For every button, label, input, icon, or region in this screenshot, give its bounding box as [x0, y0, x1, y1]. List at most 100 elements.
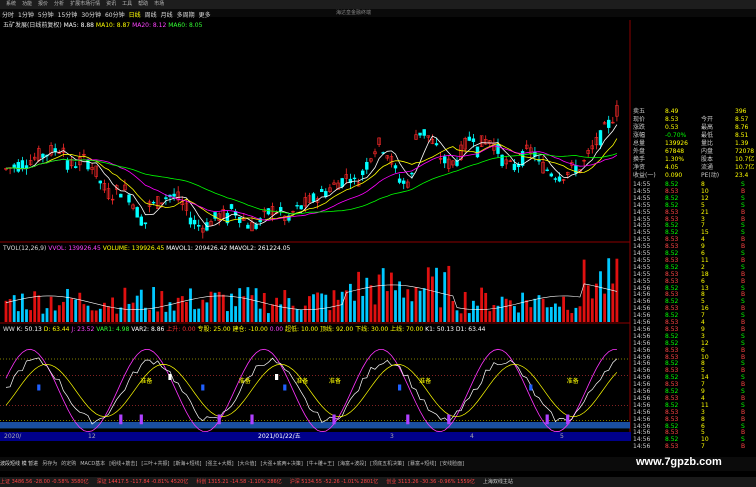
candle-body: [299, 205, 303, 210]
volume-bar: [504, 298, 508, 322]
quote-label: 量比: [701, 140, 714, 147]
quote-row: 涨跌 0.53 最高 8.76: [631, 124, 756, 131]
indicator-tab[interactable]: [强主+大概]: [206, 461, 234, 467]
volume-bar: [82, 304, 86, 322]
volume-bar: [135, 295, 139, 322]
volume-bar: [53, 310, 57, 322]
status-item: 沪深 5134.55 -52.26 -1.01% 2801亿: [289, 479, 379, 485]
indicator-tab[interactable]: [牛+雕+王]: [307, 461, 334, 467]
volume-bar: [152, 287, 155, 322]
indicator-tab[interactable]: [海富+波段]: [338, 461, 366, 467]
volume-bar: [283, 290, 287, 322]
volume-bar: [611, 283, 615, 322]
volume-bar: [111, 297, 114, 322]
volume-bar: [394, 290, 397, 322]
volume-bar: [484, 292, 488, 322]
volume-bar: [545, 307, 549, 322]
date-axis: 2020/12 2021/01/22/五 3 4 5: [0, 432, 631, 441]
candle-body: [537, 160, 541, 162]
volume-bar: [275, 297, 278, 322]
candle-body: [512, 163, 517, 171]
ma-line-10: [5, 138, 618, 223]
indicator-tab[interactable]: [斯海+短线]: [173, 461, 201, 467]
ww-extra4: 0.00: [269, 326, 284, 333]
candle-body: [151, 201, 156, 204]
volume-bar: [172, 310, 176, 322]
indicator-tab[interactable]: 的定购: [61, 461, 76, 467]
ww-bottom-bar: [332, 414, 336, 425]
ww-extra8: 上线: 70.00: [390, 326, 424, 333]
indicator-tab[interactable]: [大强+底两+决策]: [261, 461, 303, 467]
quote-label: 涨跌: [633, 124, 646, 131]
candle-body: [365, 161, 369, 170]
quote-label: 最低: [701, 132, 714, 139]
volume-bar: [254, 288, 258, 322]
volume-bar: [49, 296, 53, 322]
volume-bar: [45, 308, 49, 322]
quote-label: 股本: [701, 156, 714, 163]
candle-body: [549, 173, 554, 177]
volume-bar: [533, 298, 537, 322]
status-item: 上证 3486.56 -28.00 -0.58% 3580亿: [0, 479, 89, 485]
volume-bar: [226, 311, 229, 322]
candle-body: [246, 224, 250, 229]
date-label: 2021/01/22/五: [258, 433, 301, 440]
candle-body: [311, 193, 316, 202]
candle-body: [352, 177, 357, 180]
ww-signal-label: 准备: [296, 377, 308, 385]
candle-body: [119, 193, 123, 198]
quote-value: 396: [735, 108, 747, 115]
volume-bar: [299, 309, 303, 322]
quote-value: 8.57: [735, 116, 749, 123]
indicator-tab[interactable]: MACD基本: [80, 461, 105, 467]
volume-bar: [267, 313, 270, 322]
quote-row: 外盘 67848 内盘 72078: [631, 148, 756, 155]
volume-bar: [467, 313, 471, 322]
candle-body: [164, 197, 168, 200]
quote-row: 现价 8.53 今开 8.57: [631, 116, 756, 123]
volume-bar: [156, 311, 160, 322]
candle-body: [295, 205, 299, 207]
volume-bar: [500, 296, 504, 322]
ww-signal-bar: [201, 384, 205, 391]
candle-body: [418, 132, 422, 136]
candle-body: [12, 164, 16, 168]
volume-bar: [480, 287, 483, 322]
indicator-tab[interactable]: 另存为: [42, 461, 57, 467]
status-bar: 上证 3486.56 -28.00 -0.58% 3580亿 深证 14417.5…: [0, 477, 756, 487]
volume-bar: [271, 304, 274, 322]
indicator-tab[interactable]: [大众值]: [238, 461, 257, 467]
volume-bar: [29, 310, 32, 322]
candle-body: [324, 191, 328, 197]
volume-bar: [250, 295, 254, 322]
date-label: 12: [88, 433, 96, 440]
volume-bar: [353, 300, 356, 322]
volume-bar: [303, 305, 307, 322]
quote-value: 10.7亿: [735, 164, 755, 171]
quote-label: 流通: [701, 164, 714, 171]
candle-body: [422, 129, 426, 136]
indicator-tab[interactable]: [三叶+共振]: [141, 461, 169, 467]
ww-bottom-bar: [447, 414, 451, 425]
volume-bar: [603, 293, 606, 322]
volume-bar: [148, 309, 151, 322]
indicator-tab[interactable]: [组线+筋击]: [109, 461, 137, 467]
volume-bar: [361, 295, 365, 322]
candle-body: [188, 217, 193, 225]
indicator-tab[interactable]: [顶底五机决策]: [370, 461, 404, 467]
ww-k: K: 50.13: [16, 326, 42, 333]
quote-value: 8.76: [735, 124, 749, 131]
volume-bar: [377, 274, 381, 322]
volume-bar: [8, 299, 12, 322]
indicator-tab[interactable]: [安线脸面]: [440, 461, 464, 467]
volume-bar: [513, 306, 516, 322]
ww-signal-label: 准备: [140, 377, 152, 385]
volume-bar: [115, 313, 119, 322]
quote-value: 23.4: [735, 172, 749, 179]
indicator-tab[interactable]: 波段短线 模 暂进: [0, 461, 38, 467]
indicator-tab[interactable]: [暴富+短线]: [408, 461, 436, 467]
candle-body: [545, 169, 549, 171]
volume-bar: [554, 303, 557, 322]
ww-d1: D1: 63.44: [455, 326, 486, 333]
candle-body: [471, 138, 476, 143]
